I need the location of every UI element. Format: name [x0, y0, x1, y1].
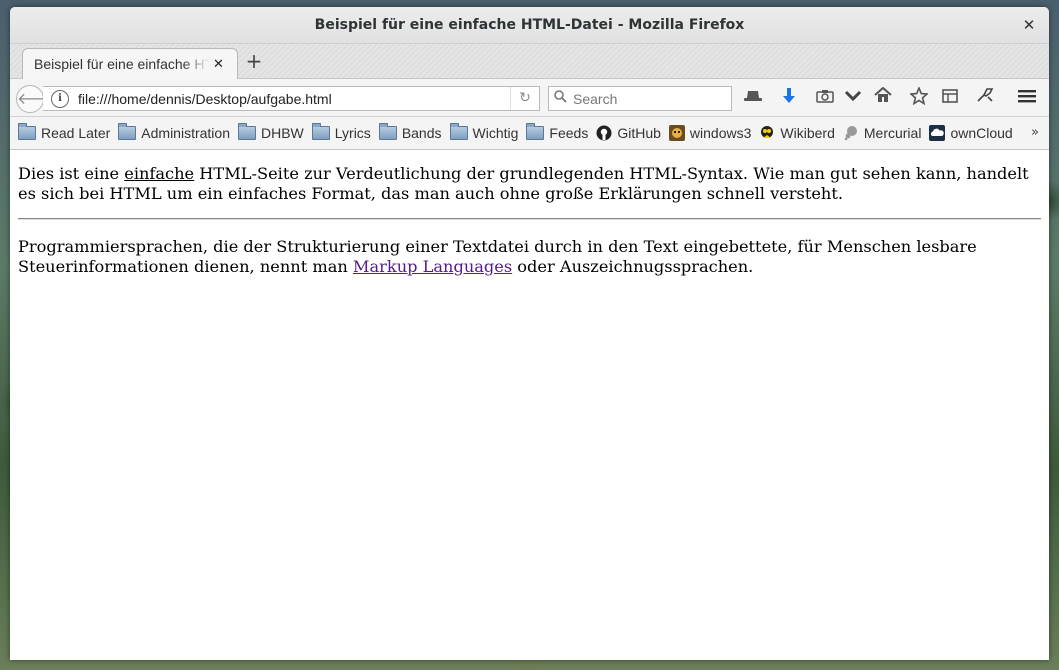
- github-icon: [596, 125, 612, 141]
- reload-button[interactable]: ↻: [510, 87, 539, 110]
- tab-label: Beispiel für eine einfache HTML: [34, 56, 209, 72]
- bookmark-lyrics[interactable]: Lyrics: [311, 123, 371, 141]
- tab-active[interactable]: Beispiel für eine einfache HTML ✕: [22, 48, 238, 79]
- bookmark-read-later[interactable]: Read Later: [18, 123, 110, 141]
- bookmark-star-icon[interactable]: [908, 85, 930, 109]
- bookmark-windows3[interactable]: windows3: [668, 125, 751, 141]
- incognito-hat-icon[interactable]: [742, 87, 764, 109]
- pocket-icon[interactable]: [842, 87, 864, 109]
- mercurial-favicon: [843, 125, 859, 141]
- extension-icon[interactable]: [974, 87, 996, 109]
- windows3-favicon: [668, 125, 685, 141]
- bookmarks-overflow-chevron-icon[interactable]: »: [1031, 125, 1039, 140]
- folder-icon: [311, 123, 330, 140]
- folder-icon: [118, 123, 137, 140]
- window-close-button[interactable]: ✕: [1019, 15, 1039, 35]
- browser-window: Beispiel für eine einfache HTML-Datei - …: [10, 7, 1049, 660]
- info-icon[interactable]: i: [51, 89, 69, 108]
- search-input[interactable]: [571, 89, 725, 108]
- folder-icon: [526, 123, 545, 140]
- url-text[interactable]: file:///home/dennis/Desktop/aufgabe.html: [78, 91, 510, 107]
- folder-icon: [18, 123, 36, 140]
- owncloud-favicon: [929, 125, 946, 141]
- bookmark-owncloud[interactable]: ownCloud: [929, 125, 1013, 141]
- bookmark-wichtig[interactable]: Wichtig: [449, 123, 518, 141]
- markup-languages-link[interactable]: Markup Languages: [353, 257, 512, 276]
- tab-strip: Beispiel für eine einfache HTML ✕ +: [10, 44, 1049, 79]
- search-icon: [554, 90, 567, 107]
- screenshot-camera-icon[interactable]: [814, 87, 836, 109]
- title-bar: Beispiel für eine einfache HTML-Datei - …: [10, 7, 1049, 44]
- wikiberd-favicon: [759, 125, 775, 141]
- bookmark-mercurial[interactable]: Mercurial: [843, 125, 921, 141]
- bookmark-wikiberd[interactable]: Wikiberd: [759, 125, 835, 141]
- search-bar[interactable]: [548, 86, 732, 111]
- url-bar[interactable]: i file:///home/dennis/Desktop/aufgabe.ht…: [43, 86, 540, 111]
- bookmark-bands[interactable]: Bands: [378, 123, 442, 141]
- new-tab-button[interactable]: +: [244, 50, 264, 72]
- bookmark-feeds[interactable]: Feeds: [526, 123, 588, 141]
- folder-icon: [237, 123, 256, 140]
- horizontal-rule: [18, 218, 1041, 220]
- underlined-word: einfache: [124, 164, 195, 183]
- bookmark-dhbw[interactable]: DHBW: [237, 123, 304, 141]
- paragraph-intro: Dies ist eine einfache HTML-Seite zur Ve…: [18, 164, 1029, 203]
- folder-icon: [378, 123, 397, 140]
- bookmarks-toolbar: Read Later Administration DHBW Lyrics Ba…: [10, 117, 1049, 150]
- navigation-toolbar: 🡐 i file:///home/dennis/Desktop/aufgabe.…: [10, 79, 1049, 117]
- bookmarks-menu-icon[interactable]: [939, 87, 961, 109]
- page-content: Dies ist eine einfache HTML-Seite zur Ve…: [10, 150, 1049, 276]
- tab-close-button[interactable]: ✕: [213, 57, 224, 72]
- window-title: Beispiel für eine einfache HTML-Datei - …: [314, 17, 745, 33]
- home-icon[interactable]: [872, 86, 894, 109]
- back-button[interactable]: 🡐: [16, 85, 60, 113]
- bookmark-administration[interactable]: Administration: [118, 123, 230, 141]
- bookmark-github[interactable]: GitHub: [596, 125, 661, 141]
- paragraph-markup: Programmiersprachen, die der Strukturier…: [18, 237, 977, 276]
- download-icon[interactable]: [778, 87, 800, 109]
- folder-icon: [449, 123, 468, 140]
- hamburger-menu-icon[interactable]: [1016, 87, 1038, 109]
